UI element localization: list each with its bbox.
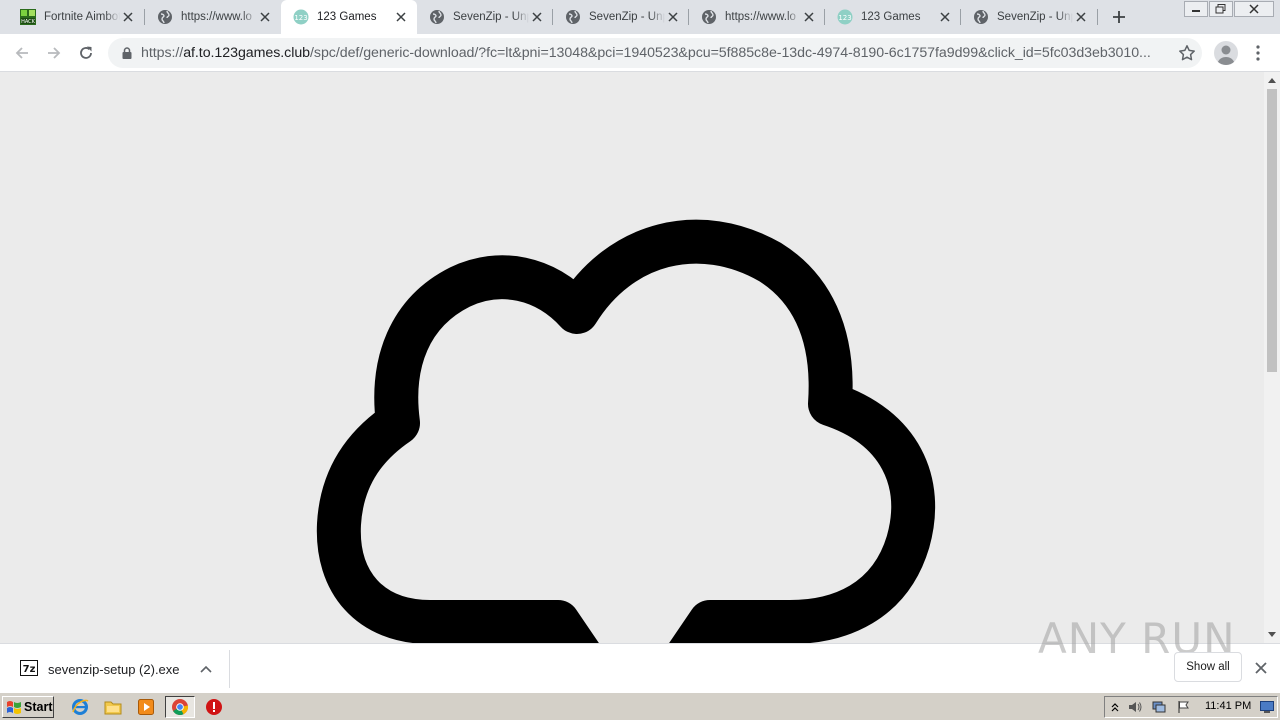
chrome-taskbar-button[interactable] <box>165 696 195 718</box>
download-file-name: sevenzip-setup (2).exe <box>48 662 180 677</box>
123games-icon: 123 <box>293 9 309 25</box>
tab-fortnite-aimbot[interactable]: HACK Fortnite Aimbot <box>8 0 144 34</box>
svg-text:123: 123 <box>838 14 851 22</box>
lock-icon <box>122 47 132 59</box>
person-icon <box>1217 45 1235 65</box>
chevron-up-icon[interactable] <box>198 661 214 677</box>
browser-toolbar: https://af.to.123games.club/spc/def/gene… <box>0 34 1280 72</box>
123games-icon: 123 <box>837 9 853 25</box>
show-all-downloads-button[interactable]: Show all <box>1174 652 1242 682</box>
system-tray: 11:41 PM <box>1104 696 1278 718</box>
plus-icon <box>1113 11 1125 23</box>
back-button[interactable] <box>8 39 36 67</box>
restore-icon <box>1215 4 1226 14</box>
forward-button[interactable] <box>40 39 68 67</box>
globe-icon <box>701 9 717 25</box>
close-icon[interactable] <box>393 9 409 25</box>
reload-icon <box>80 46 92 59</box>
tab-123-games-2[interactable]: 123 123 Games <box>825 0 961 34</box>
browser-menu-button[interactable] <box>1248 39 1268 67</box>
internet-explorer-icon[interactable] <box>70 697 90 717</box>
url-path: /spc/def/generic-download/?fc=lt&pni=130… <box>310 45 1151 61</box>
close-icon[interactable] <box>937 9 953 25</box>
close-icon[interactable] <box>1252 659 1270 677</box>
tab-sevenzip-2[interactable]: SevenZip - Unp <box>553 0 689 34</box>
tab-title: https://www.lo <box>181 11 252 23</box>
new-tab-button[interactable] <box>1108 6 1130 28</box>
back-arrow-icon <box>15 47 28 59</box>
minimize-button[interactable] <box>1184 1 1208 17</box>
tab-sevenzip-1[interactable]: SevenZip - Unp <box>417 0 553 34</box>
close-icon[interactable] <box>257 9 273 25</box>
download-item[interactable]: 7z sevenzip-setup (2).exe <box>12 650 230 688</box>
page-content <box>0 72 1264 643</box>
globe-icon <box>565 9 581 25</box>
address-bar[interactable]: https://af.to.123games.club/spc/def/gene… <box>108 38 1202 68</box>
media-player-icon[interactable] <box>136 697 156 717</box>
close-icon[interactable] <box>529 9 545 25</box>
scroll-down-arrow-icon[interactable] <box>1264 627 1280 643</box>
svg-text:123: 123 <box>294 14 307 22</box>
tab-123-games-active[interactable]: 123 123 Games <box>281 0 417 34</box>
minimize-icon <box>1192 10 1200 12</box>
network-icon[interactable] <box>1151 699 1167 715</box>
globe-icon <box>157 9 173 25</box>
close-window-button[interactable] <box>1234 1 1274 17</box>
tab-lo-2[interactable]: https://www.lo <box>689 0 825 34</box>
bookmark-star-icon[interactable] <box>1178 44 1196 62</box>
close-icon[interactable] <box>665 9 681 25</box>
globe-icon <box>429 9 445 25</box>
scroll-up-arrow-icon[interactable] <box>1264 72 1280 88</box>
reload-button[interactable] <box>72 39 100 67</box>
tab-separator <box>1097 9 1098 25</box>
svg-text:HACK: HACK <box>21 19 36 25</box>
windows-taskbar: Start 11:41 PM <box>0 692 1280 720</box>
tab-title: https://www.lo <box>725 11 796 23</box>
url-scheme: https:// <box>141 45 184 61</box>
tab-title: SevenZip - Unp <box>997 11 1073 23</box>
tab-strip: HACK Fortnite Aimbot https://www.lo 123 … <box>0 0 1280 34</box>
scrollbar-thumb[interactable] <box>1267 89 1277 372</box>
page-scrollbar[interactable] <box>1264 72 1280 643</box>
tab-lo-1[interactable]: https://www.lo <box>145 0 281 34</box>
opera-stop-icon[interactable] <box>204 697 224 717</box>
system-clock: 11:41 PM <box>1205 700 1252 712</box>
tab-sevenzip-3[interactable]: SevenZip - Unp <box>961 0 1097 34</box>
url-host: af.to.123games.club <box>183 45 311 61</box>
fortnite-hack-icon: HACK <box>20 9 36 25</box>
kebab-menu-icon <box>1256 45 1260 61</box>
tab-title: SevenZip - Unp <box>453 11 529 23</box>
chrome-icon <box>172 699 189 715</box>
close-icon[interactable] <box>1073 9 1089 25</box>
tab-title: 123 Games <box>317 11 377 23</box>
start-button[interactable]: Start <box>2 696 54 718</box>
tab-title: Fortnite Aimbot <box>44 11 120 23</box>
restore-button[interactable] <box>1209 1 1233 17</box>
url-text: https://af.to.123games.club/spc/def/gene… <box>141 45 1171 61</box>
tab-title: 123 Games <box>861 11 921 23</box>
close-icon[interactable] <box>801 9 817 25</box>
7zip-icon: 7z <box>20 660 38 676</box>
globe-icon <box>973 9 989 25</box>
profile-avatar[interactable] <box>1214 41 1238 65</box>
download-shelf: 7z sevenzip-setup (2).exe ANY RUN Show a… <box>0 614 1280 692</box>
forward-arrow-icon <box>48 47 61 59</box>
windows-logo-icon <box>7 701 21 714</box>
tab-title: SevenZip - Unp <box>589 11 665 23</box>
tray-expand-icon[interactable] <box>1107 699 1123 715</box>
screen: HACK Fortnite Aimbot https://www.lo 123 … <box>0 0 1280 720</box>
action-center-flag-icon[interactable] <box>1175 699 1191 715</box>
volume-icon[interactable] <box>1127 699 1143 715</box>
file-explorer-icon[interactable] <box>103 697 123 717</box>
start-label: Start <box>24 700 53 714</box>
close-icon <box>1249 4 1259 14</box>
show-desktop-icon[interactable] <box>1259 699 1275 715</box>
cloud-download-icon <box>316 219 936 643</box>
close-icon[interactable] <box>120 9 136 25</box>
svg-text:7z: 7z <box>23 664 36 675</box>
